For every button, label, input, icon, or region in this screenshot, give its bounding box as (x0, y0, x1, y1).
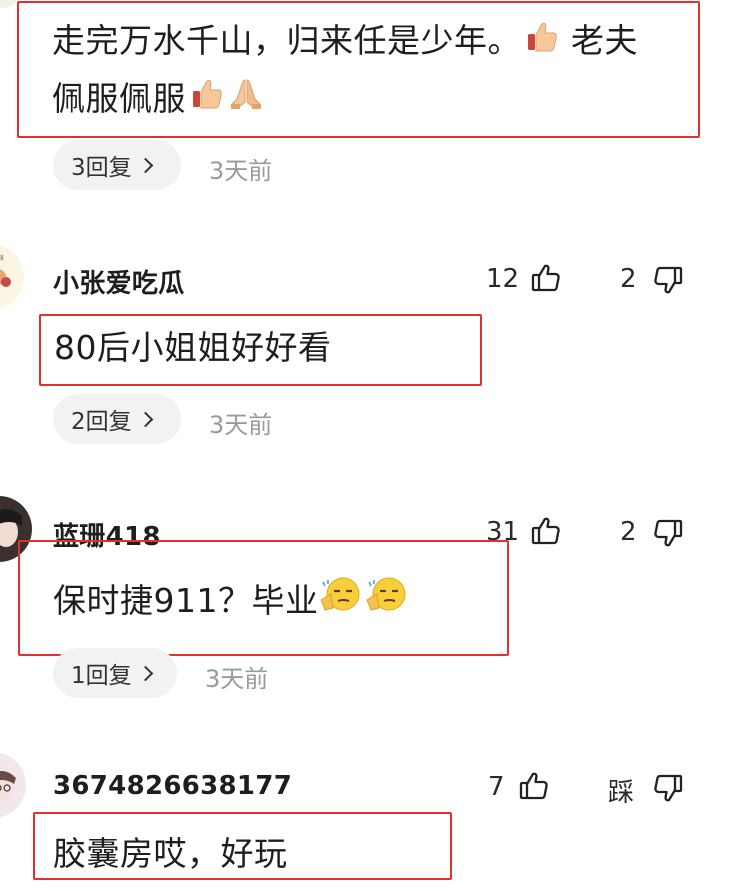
replies-count: 2回复 (71, 409, 132, 435)
comment-time: 3天前 (209, 157, 273, 185)
replies-count: 3回复 (71, 155, 132, 181)
like-count: 12 (486, 264, 520, 294)
thumbs-up-icon[interactable] (518, 770, 550, 806)
chevron-right-icon (137, 665, 153, 682)
chevron-right-icon (137, 157, 153, 174)
replies-button[interactable]: 1回复 (53, 648, 177, 698)
avatar[interactable] (0, 0, 18, 8)
like-count: 7 (488, 772, 505, 802)
comment-time: 3天前 (205, 665, 269, 693)
dislike-count: 2 (620, 264, 637, 294)
thumbs-down-icon[interactable] (652, 517, 684, 553)
thumbs-down-icon[interactable] (652, 264, 684, 300)
comment-text: 走完万水千山，归来任是少年。 老夫 佩服佩服 (52, 13, 692, 128)
replies-button[interactable]: 3回复 (53, 140, 181, 190)
thinking-face-emoji (319, 574, 365, 631)
comment-text-line1-tail: 老夫 (571, 21, 638, 60)
avatar[interactable]: 小张 (0, 244, 24, 310)
comment-time: 3天前 (209, 411, 273, 439)
username[interactable]: 3674826638177 (53, 771, 292, 801)
thumbs-down-icon[interactable] (652, 772, 684, 808)
replies-count: 1回复 (71, 663, 132, 689)
thumbs-up-emoji (190, 72, 224, 128)
thumbs-up-icon[interactable] (530, 262, 562, 298)
dislike-count: 踩 (608, 778, 635, 808)
thumbs-up-icon[interactable] (530, 515, 562, 551)
dislike-count: 2 (620, 517, 637, 547)
replies-button[interactable]: 2回复 (53, 394, 181, 444)
comment-text: 胶囊房哎，好玩 (53, 834, 288, 873)
chevron-right-icon (137, 411, 153, 428)
praying-hands-emoji (228, 72, 264, 128)
comment-text-line1: 走完万水千山，归来任是少年。 (52, 21, 521, 60)
comment-text: 80后小姐姐好好看 (54, 328, 332, 367)
avatar[interactable] (0, 752, 26, 818)
comment-text: 保时捷911？毕业 (53, 573, 411, 631)
thumbs-up-emoji (525, 15, 559, 71)
comment-text-line2: 佩服佩服 (52, 78, 186, 118)
svg-text:小张: 小张 (0, 254, 4, 262)
comment-text-content: 保时捷911？毕业 (53, 581, 319, 620)
thinking-face-emoji (365, 574, 411, 631)
username[interactable]: 小张爱吃瓜 (53, 263, 185, 300)
